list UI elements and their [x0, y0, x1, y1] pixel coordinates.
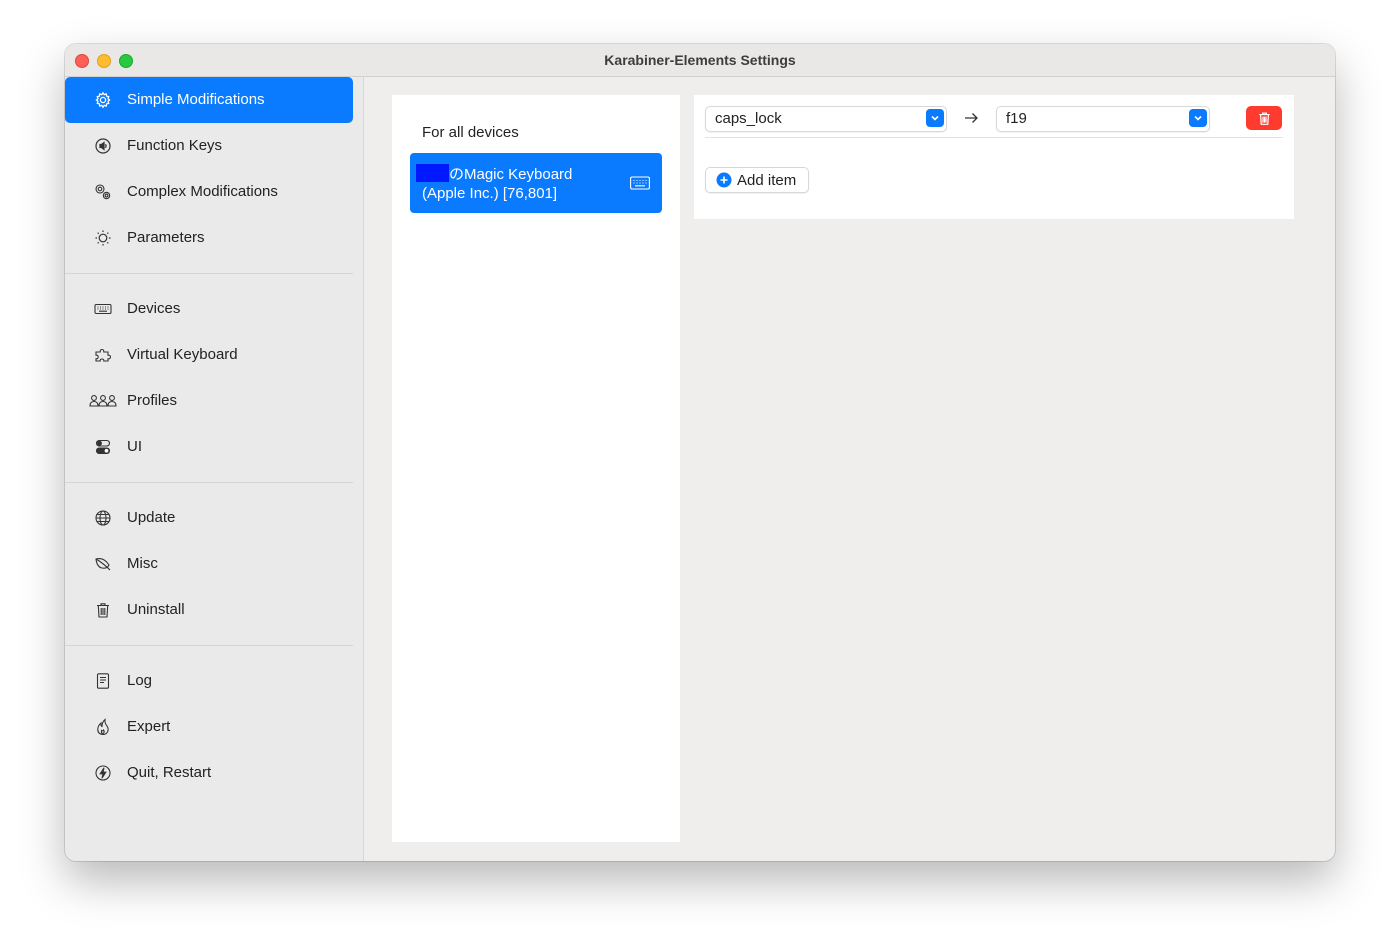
document-icon	[93, 672, 113, 690]
sidebar-item-expert[interactable]: Expert	[65, 704, 353, 750]
sidebar-item-label: UI	[127, 438, 142, 455]
sidebar-item-label: Log	[127, 672, 153, 689]
sidebar-item-virtual-keyboard[interactable]: Virtual Keyboard	[65, 332, 353, 378]
leaf-icon	[93, 555, 113, 573]
device-list-panel: For all devices のMagic Keyboard (Apple I…	[392, 95, 680, 842]
device-name-line2: (Apple Inc.) [76,801]	[422, 185, 558, 202]
sidebar-item-label: Parameters	[127, 229, 205, 246]
delete-rule-button[interactable]	[1246, 106, 1282, 130]
flame-icon	[93, 718, 113, 736]
window-title: Karabiner-Elements Settings	[604, 52, 796, 68]
sidebar-divider	[65, 273, 353, 274]
from-key-value: caps_lock	[715, 110, 782, 127]
sidebar-item-label: Function Keys	[127, 137, 223, 154]
globe-icon	[93, 509, 113, 527]
sidebar-item-label: Simple Modifications	[127, 91, 265, 108]
device-item-selected[interactable]: のMagic Keyboard (Apple Inc.) [76,801]	[410, 153, 662, 213]
sidebar-item-update[interactable]: Update	[65, 495, 353, 541]
keyboard-icon	[630, 176, 650, 190]
sidebar-divider	[65, 645, 353, 646]
from-key-select[interactable]: caps_lock	[705, 106, 947, 132]
sidebar-item-label: Virtual Keyboard	[127, 346, 238, 363]
sidebar-item-label: Quit, Restart	[127, 764, 212, 781]
sidebar-item-ui[interactable]: UI	[65, 424, 353, 470]
add-item-label: Add item	[737, 172, 797, 189]
sidebar-item-devices[interactable]: Devices	[65, 286, 353, 332]
sidebar-item-simple-modifications[interactable]: Simple Modifications	[65, 77, 353, 123]
speaker-icon	[93, 137, 113, 155]
sidebar-item-label: Devices	[127, 300, 181, 317]
sun-icon	[93, 229, 113, 247]
sidebar-item-label: Misc	[127, 555, 158, 572]
sidebar-divider	[65, 482, 353, 483]
settings-window: Karabiner-Elements Settings Simple Modif…	[65, 44, 1335, 861]
sidebar-item-complex-modifications[interactable]: Complex Modifications	[65, 169, 353, 215]
people-icon	[89, 392, 117, 410]
sidebar-item-label: Uninstall	[127, 601, 185, 618]
chevron-down-icon	[926, 109, 944, 127]
sidebar-item-log[interactable]: Log	[65, 658, 353, 704]
sidebar-item-uninstall[interactable]: Uninstall	[65, 587, 353, 633]
chevron-down-icon	[1189, 109, 1207, 127]
to-key-value: f19	[1006, 110, 1027, 127]
sidebar: Simple Modifications Function Keys Compl…	[65, 77, 364, 861]
trash-icon	[93, 601, 113, 619]
device-name-line1: のMagic Keyboard	[449, 166, 573, 183]
gear-icon	[93, 91, 113, 109]
title-bar: Karabiner-Elements Settings	[65, 44, 1335, 77]
to-key-select[interactable]: f19	[996, 106, 1210, 132]
sidebar-item-label: Profiles	[127, 392, 178, 409]
sidebar-item-profiles[interactable]: Profiles	[65, 378, 353, 424]
gears-icon	[93, 183, 113, 201]
toggles-icon	[93, 438, 113, 456]
trash-icon	[1258, 111, 1270, 125]
keyboard-icon	[93, 300, 113, 318]
bolt-icon	[93, 764, 113, 782]
device-item-all-devices[interactable]: For all devices	[422, 124, 519, 141]
sidebar-item-misc[interactable]: Misc	[65, 541, 353, 587]
puzzle-icon	[93, 346, 113, 364]
plus-circle-icon	[716, 172, 732, 188]
sidebar-item-parameters[interactable]: Parameters	[65, 215, 353, 261]
device-name: のMagic Keyboard (Apple Inc.) [76,801]	[422, 165, 632, 203]
sidebar-item-quit-restart[interactable]: Quit, Restart	[65, 750, 353, 796]
rule-divider	[705, 137, 1283, 138]
sidebar-item-label: Complex Modifications	[127, 183, 278, 200]
modification-rules-panel: caps_lock f19 Add item	[694, 95, 1294, 219]
add-item-button[interactable]: Add item	[705, 167, 809, 193]
arrow-right-icon	[965, 113, 978, 123]
sidebar-item-function-keys[interactable]: Function Keys	[65, 123, 353, 169]
sidebar-item-label: Update	[127, 509, 176, 526]
sidebar-item-label: Expert	[127, 718, 171, 735]
